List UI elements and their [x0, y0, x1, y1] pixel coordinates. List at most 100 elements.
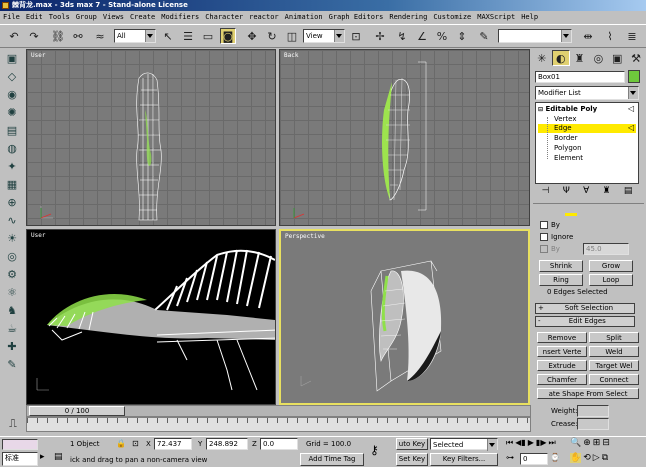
object-color-swatch[interactable] [628, 70, 640, 83]
tab-helpers-icon[interactable]: ⊕ [3, 194, 21, 210]
tab-reactor-icon[interactable]: ⚛ [3, 284, 21, 300]
tab-animation-icon[interactable]: ♞ [3, 302, 21, 318]
pin-stack-icon[interactable]: ⊣ [542, 186, 550, 200]
go-to-end-icon[interactable]: ⏭ [548, 438, 555, 448]
stack-collapse-icon[interactable]: ⊟ [538, 106, 543, 113]
time-configuration-icon[interactable]: ⌚ [550, 453, 560, 462]
viewport-label[interactable]: Back [284, 52, 298, 59]
scale-icon[interactable]: ◫ [284, 28, 300, 44]
tab-lights-icon[interactable]: ☀ [3, 230, 21, 246]
time-slider-track[interactable]: 0 / 100 [26, 405, 531, 417]
menu-rendering[interactable]: Rendering [386, 11, 430, 24]
viewport-label[interactable]: Perspective [285, 233, 325, 240]
key-mode-dropdown[interactable]: Selected [430, 438, 498, 451]
track-bar[interactable] [26, 417, 531, 432]
split-button[interactable]: Split [589, 332, 639, 343]
ignore-backfacing-checkbox[interactable] [540, 233, 548, 241]
tab-mr-icon[interactable]: ▦ [3, 176, 21, 192]
play-icon[interactable]: ▶ [528, 438, 534, 448]
stack-item-element[interactable]: Element [554, 154, 583, 162]
viewport-label[interactable]: User [31, 52, 45, 59]
connect-button[interactable]: Connect [589, 374, 639, 385]
layer-manager-icon[interactable]: ≣ [624, 28, 640, 44]
chamfer-button[interactable]: Chamfer [537, 374, 587, 385]
go-to-start-icon[interactable]: ⏮ [506, 438, 513, 448]
unlink-icon[interactable]: ⚯ [70, 28, 86, 44]
menu-customize[interactable]: Customize [430, 11, 474, 24]
weld-button[interactable]: Weld [589, 346, 639, 357]
viewport-user-top[interactable]: User [26, 49, 276, 226]
maximize-viewport-icon[interactable]: ⧉ [602, 453, 608, 463]
angle-snap-icon[interactable]: ∠ [414, 28, 430, 44]
menu-help[interactable]: Help [518, 11, 541, 24]
current-frame-field[interactable]: 0 [520, 453, 548, 465]
listener-icon[interactable]: ▤ [54, 452, 66, 465]
menu-graph-editors[interactable]: Graph Editors [326, 11, 387, 24]
tab-compounds-icon[interactable]: ◉ [3, 86, 21, 102]
soft-selection-rollout[interactable]: + Soft Selection [535, 303, 635, 314]
listener-arrow-icon[interactable]: ▸ [40, 452, 52, 465]
curve-editor-icon[interactable]: ⌇ [602, 28, 618, 44]
rotate-icon[interactable]: ↻ [264, 28, 280, 44]
insert-vertex-button[interactable]: nsert Verte [537, 346, 587, 357]
weight-spinner[interactable] [577, 405, 609, 417]
key-mode-toggle-icon[interactable]: ⊶ [506, 453, 514, 462]
by-angle-checkbox[interactable] [540, 245, 548, 253]
next-frame-icon[interactable]: ▮▶ [536, 438, 547, 448]
tab-cameras-icon[interactable]: ◎ [3, 248, 21, 264]
motion-tab-icon[interactable]: ◎ [589, 50, 607, 66]
mirror-icon[interactable]: ⇹ [580, 28, 596, 44]
auto-key-button[interactable]: uto Key [396, 438, 428, 450]
menu-modifiers[interactable]: Modifiers [158, 11, 202, 24]
remove-button[interactable]: Remove [537, 332, 587, 343]
ring-button[interactable]: Ring [539, 274, 583, 286]
menu-maxscript[interactable]: MAXScript [474, 11, 518, 24]
menu-views[interactable]: Views [100, 11, 127, 24]
modify-tab-icon[interactable]: ◐ [551, 50, 570, 66]
tab-spacewarps-icon[interactable]: ∿ [3, 212, 21, 228]
viewport-perspective[interactable]: Perspective [279, 229, 530, 405]
remove-modifier-icon[interactable]: ♜ [602, 186, 610, 200]
menu-animation[interactable]: Animation [282, 11, 326, 24]
lock-selection-icon[interactable]: 🔒 [116, 439, 126, 448]
rect-selection-icon[interactable]: ▭ [200, 28, 216, 44]
redo-icon[interactable]: ↷ [26, 28, 42, 44]
extrude-button[interactable]: Extrude [537, 360, 587, 371]
spinner-snap-icon[interactable]: ⇕ [454, 28, 470, 44]
tab-particles-icon[interactable]: ✺ [3, 104, 21, 120]
menu-group[interactable]: Group [73, 11, 100, 24]
create-tab-icon[interactable]: ✳ [533, 50, 551, 66]
pivot-center-icon[interactable]: ⊡ [348, 28, 364, 44]
tab-dynamics-icon[interactable]: ✦ [3, 158, 21, 174]
stack-item-vertex[interactable]: Vertex [554, 115, 577, 123]
by-vertex-checkbox[interactable] [540, 221, 548, 229]
named-selection-dropdown[interactable] [498, 29, 572, 43]
stack-pin-icon[interactable]: ◁ [628, 104, 634, 113]
display-tab-icon[interactable]: ▣ [608, 50, 626, 66]
z-coordinate-field[interactable]: 0.0 [260, 438, 298, 450]
bind-space-warp-icon[interactable]: ≈ [92, 28, 108, 44]
crease-spinner[interactable] [577, 418, 609, 430]
configure-sets-icon[interactable]: ▤ [624, 186, 633, 200]
snap-3d-icon[interactable]: ↯ [394, 28, 410, 44]
loop-button[interactable]: Loop [589, 274, 633, 286]
grow-button[interactable]: Grow [589, 260, 633, 272]
stack-item-border[interactable]: Border [554, 134, 577, 142]
create-shape-button[interactable]: ate Shape From Select [537, 388, 639, 399]
move-icon[interactable]: ✥ [244, 28, 260, 44]
absolute-mode-icon[interactable]: ⊡ [132, 439, 139, 448]
tab-modifiers-icon[interactable]: ⚙ [3, 266, 21, 282]
selection-filter-dropdown[interactable]: All [114, 29, 156, 43]
stack-root[interactable]: Editable Poly [545, 105, 597, 113]
pan-view-icon[interactable]: ✋ [570, 453, 582, 463]
make-unique-icon[interactable]: ∀ [583, 186, 589, 200]
y-coordinate-field[interactable]: 248.892 [206, 438, 248, 450]
percent-snap-icon[interactable]: % [434, 28, 450, 44]
hierarchy-tab-icon[interactable]: ♜ [571, 50, 589, 66]
window-crossing-icon[interactable]: ◙ [220, 28, 236, 44]
named-selection-icon[interactable]: ✎ [476, 28, 492, 44]
tab-render-icon[interactable]: ☕ [3, 320, 21, 336]
stack-item-edge[interactable]: Edge [554, 124, 572, 132]
menu-file[interactable]: File [0, 11, 23, 24]
zoom-extents-icon[interactable]: ⊞ [593, 438, 601, 448]
